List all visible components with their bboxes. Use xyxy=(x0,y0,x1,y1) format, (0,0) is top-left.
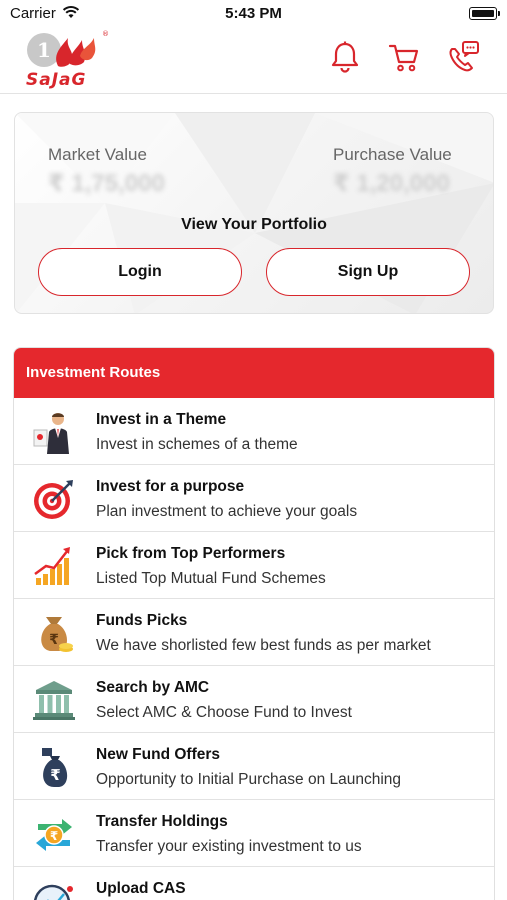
route-invest-in-theme[interactable]: Invest in a Theme Invest in schemes of a… xyxy=(14,398,494,465)
route-invest-for-purpose[interactable]: Invest for a purpose Plan investment to … xyxy=(14,465,494,532)
growth-chart-icon xyxy=(34,547,70,585)
route-title: Upload CAS xyxy=(96,880,186,897)
target-icon xyxy=(34,480,73,519)
route-upload-cas[interactable]: Upload CAS xyxy=(14,867,494,900)
route-transfer-holdings[interactable]: ₹ Transfer Holdings Transfer your existi… xyxy=(14,800,494,867)
route-top-performers[interactable]: Pick from Top Performers Listed Top Mutu… xyxy=(14,532,494,599)
route-title: Search by AMC xyxy=(96,679,210,696)
route-subtitle: We have shorlisted few best funds as per… xyxy=(96,637,431,654)
market-value-label: Market Value xyxy=(48,145,147,164)
view-portfolio-label: View Your Portfolio xyxy=(181,216,327,233)
transfer-icon: ₹ xyxy=(36,819,72,851)
bank-icon xyxy=(33,681,75,720)
route-title: New Fund Offers xyxy=(96,746,221,763)
route-subtitle: Listed Top Mutual Fund Schemes xyxy=(96,570,326,587)
logo-text: SaJaG xyxy=(26,70,87,90)
app-header: 1 ® SaJaG xyxy=(0,26,507,94)
logo-mark-icon: 1 ® xyxy=(27,30,109,67)
logo-mark-digit: 1 xyxy=(37,38,51,62)
route-title: Invest in a Theme xyxy=(96,411,227,428)
route-subtitle: Plan investment to achieve your goals xyxy=(96,503,358,520)
purchase-value: ₹ 1,20,000 xyxy=(333,170,450,197)
status-bar: Carrier 5:43 PM xyxy=(0,0,507,26)
route-subtitle: Invest in schemes of a theme xyxy=(96,436,298,453)
route-funds-picks[interactable]: ₹ Funds Picks We have shorlisted few bes… xyxy=(14,599,494,666)
route-title: Funds Picks xyxy=(96,612,188,629)
route-title: Transfer Holdings xyxy=(96,813,228,830)
money-bag-icon: ₹ xyxy=(41,617,73,652)
route-title: Pick from Top Performers xyxy=(96,545,286,562)
sajag-logo[interactable]: 1 ® SaJaG xyxy=(22,26,110,90)
route-search-by-amc[interactable]: Search by AMC Select AMC & Choose Fund t… xyxy=(14,666,494,733)
upload-cas-icon xyxy=(34,884,73,900)
route-subtitle: Select AMC & Choose Fund to Invest xyxy=(96,704,352,721)
svg-text:®: ® xyxy=(102,30,109,38)
market-value: ₹ 1,75,000 xyxy=(48,170,165,197)
login-button[interactable]: Login xyxy=(38,248,242,296)
svg-text:₹: ₹ xyxy=(49,632,59,648)
portfolio-card: Market Value ₹ 1,75,000 Purchase Value ₹… xyxy=(14,112,494,314)
cart-icon[interactable] xyxy=(387,40,421,74)
svg-text:₹: ₹ xyxy=(50,766,60,784)
rupee-bag-icon: ₹ xyxy=(42,748,68,787)
investment-routes-heading: Investment Routes xyxy=(14,348,494,398)
route-new-fund-offers[interactable]: ₹ New Fund Offers Opportunity to Initial… xyxy=(14,733,494,800)
support-chat-icon[interactable] xyxy=(446,40,480,74)
businessman-icon xyxy=(33,413,69,454)
signup-button[interactable]: Sign Up xyxy=(266,248,470,296)
battery-icon xyxy=(469,7,500,20)
route-title: Invest for a purpose xyxy=(96,478,245,495)
route-subtitle: Opportunity to Initial Purchase on Launc… xyxy=(96,771,402,788)
bell-icon[interactable] xyxy=(328,40,362,74)
purchase-value-label: Purchase Value xyxy=(333,145,452,164)
route-subtitle: Transfer your existing investment to us xyxy=(96,838,362,855)
investment-routes-panel: Investment Routes Invest in a Theme Inve… xyxy=(13,347,495,900)
svg-text:₹: ₹ xyxy=(50,829,58,843)
clock: 5:43 PM xyxy=(225,5,282,22)
